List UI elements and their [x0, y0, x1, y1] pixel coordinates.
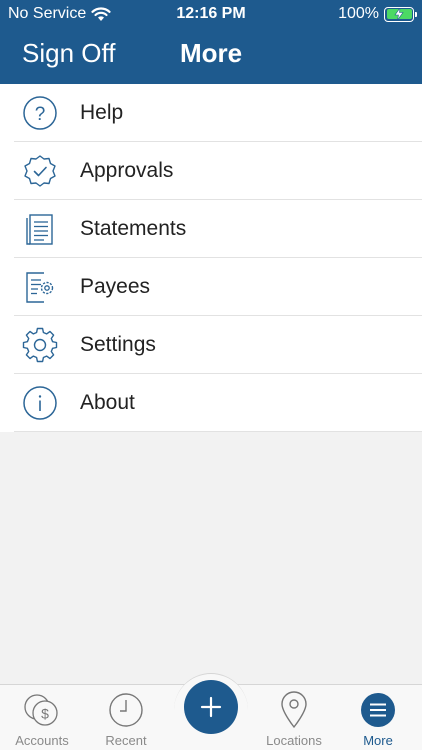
battery-icon — [384, 6, 417, 22]
menu-item-label: Help — [80, 101, 124, 124]
approval-badge-icon — [22, 153, 58, 189]
menu-item-settings[interactable]: Settings — [0, 316, 422, 374]
menu-item-label: About — [80, 391, 135, 414]
svg-text:?: ? — [35, 104, 46, 125]
menu-item-label: Settings — [80, 333, 156, 356]
payee-settings-icon — [22, 269, 58, 305]
status-bar: No Service 12:16 PM 100% — [0, 0, 422, 28]
tab-accounts[interactable]: $ Accounts — [0, 691, 84, 748]
coins-icon: $ — [24, 694, 58, 726]
charging-bolt-icon — [393, 8, 404, 20]
tab-locations[interactable]: Locations — [252, 691, 336, 748]
add-button[interactable] — [184, 680, 238, 734]
page-title: More — [180, 38, 243, 68]
battery-group: 100% — [338, 5, 417, 23]
top-bar: No Service 12:16 PM 100% Sign Off More — [0, 0, 422, 84]
info-icon — [22, 385, 58, 421]
clock-icon — [109, 693, 143, 727]
more-menu-list: ? Help Approvals Statements Payees Setti… — [0, 84, 422, 432]
tab-more[interactable]: More — [336, 691, 420, 748]
plus-icon — [200, 696, 222, 718]
tab-label: More — [363, 733, 393, 748]
menu-item-about[interactable]: About — [0, 374, 422, 432]
battery-percent: 100% — [338, 5, 379, 22]
menu-item-label: Payees — [80, 275, 151, 298]
tab-label: Accounts — [15, 733, 69, 748]
tab-label: Recent — [105, 733, 147, 748]
help-icon: ? — [22, 95, 58, 131]
menu-item-statements[interactable]: Statements — [0, 200, 422, 258]
menu-item-payees[interactable]: Payees — [0, 258, 422, 316]
menu-item-label: Statements — [80, 217, 187, 240]
gear-icon — [22, 327, 58, 363]
map-pin-icon — [281, 691, 307, 729]
nav-row: Sign Off More — [0, 36, 422, 76]
tab-recent[interactable]: Recent — [84, 691, 168, 748]
sign-off-button[interactable]: Sign Off — [22, 38, 115, 69]
menu-item-help[interactable]: ? Help — [0, 84, 422, 142]
menu-item-label: Approvals — [80, 159, 174, 182]
tab-label: Locations — [266, 733, 322, 748]
menu-icon — [361, 693, 395, 727]
menu-item-approvals[interactable]: Approvals — [0, 142, 422, 200]
document-icon — [22, 211, 58, 247]
svg-text:$: $ — [41, 706, 49, 722]
